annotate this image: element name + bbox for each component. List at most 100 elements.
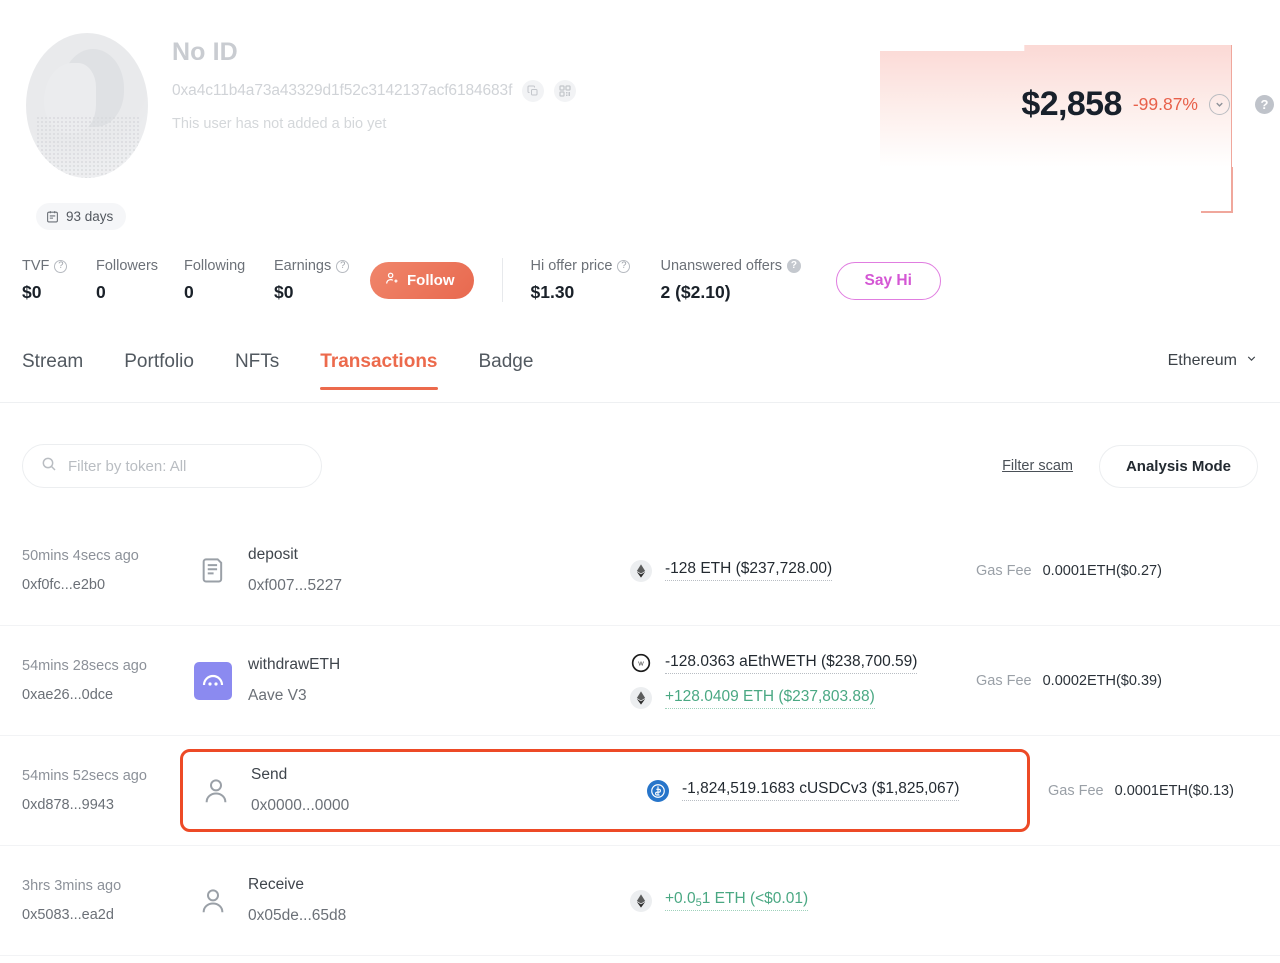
amount-line: -128 ETH ($237,728.00) [630, 559, 958, 582]
table-row[interactable]: 3hrs 3mins ago 0x5083...ea2d Receive 0x0… [0, 846, 1280, 956]
stat-unanswered-offers-label: Unanswered offers [660, 258, 782, 274]
stat-earnings-value: $0 [274, 282, 294, 302]
info-icon[interactable]: ? [786, 259, 801, 273]
table-row[interactable]: 54mins 52secs ago 0xd878...9943 Send 0x0… [0, 736, 1280, 846]
stat-following-label: Following [184, 258, 246, 274]
tx-action: Receive [248, 876, 304, 893]
gas-fee-value: 0.0001ETH($0.27) [1042, 562, 1162, 579]
user-plus-icon [385, 271, 400, 290]
follow-button-label: Follow [407, 272, 455, 289]
stat-followers-value: 0 [96, 282, 106, 302]
amount-line: +128.0409 ETH ($237,803.88) [630, 687, 958, 709]
info-icon[interactable]: ? [617, 259, 631, 273]
stat-following-value: 0 [184, 282, 194, 302]
tx-time-cell: 50mins 4secs ago 0xf0fc...e2b0 [22, 548, 190, 593]
person-icon [194, 882, 232, 920]
gas-fee-label: Gas Fee [976, 672, 1032, 689]
chain-selector[interactable]: Ethereum [1168, 352, 1258, 370]
tab-badge[interactable]: Badge [479, 345, 534, 390]
person-icon [197, 772, 235, 810]
tx-counterparty[interactable]: Aave V3 [248, 687, 340, 705]
qr-code-icon[interactable] [554, 80, 577, 102]
search-box[interactable] [22, 444, 322, 488]
tx-time-cell: 3hrs 3mins ago 0x5083...ea2d [22, 878, 190, 923]
divider [501, 258, 503, 302]
stat-hi-offer-price: Hi offer price ? $1.30 [531, 258, 661, 303]
tx-amount[interactable]: -128.0363 aEthWETH ($238,700.59) [665, 653, 918, 674]
table-row[interactable]: 50mins 4secs ago 0xf0fc...e2b0 deposit 0… [0, 516, 1280, 626]
follow-button[interactable]: Follow [370, 262, 474, 299]
tx-hash[interactable]: 0xd878...9943 [22, 797, 190, 813]
identity-block: No ID 0xa4c11b4a73a43329d1f52c3142137acf… [172, 38, 577, 132]
tx-amount[interactable]: -1,824,519.1683 cUSDCv3 ($1,825,067) [682, 780, 960, 801]
tab-transactions[interactable]: Transactions [320, 345, 438, 390]
balance-card: $2,858 -99.87% ? [880, 45, 1274, 213]
stat-unanswered-offers: Unanswered offers ? 2 ($2.10) [661, 258, 836, 303]
aave-icon [194, 661, 232, 700]
chevron-down-icon[interactable] [1209, 94, 1230, 115]
gas-fee-value: 0.0002ETH($0.39) [1042, 672, 1162, 689]
stat-hi-offer-price-value: $1.30 [530, 282, 575, 302]
stat-followers-label: Followers [96, 258, 159, 274]
tx-highlight-box[interactable]: Send 0x0000...0000 -1,824,519.1683 cUSDC… [180, 749, 1030, 832]
analysis-mode-button[interactable]: Analysis Mode [1098, 444, 1258, 488]
stat-followers[interactable]: Followers 0 [96, 258, 184, 303]
gas-fee-label: Gas Fee [976, 562, 1032, 579]
tx-counterparty[interactable]: 0xf007...5227 [248, 577, 342, 595]
tx-counterparty[interactable]: 0x0000...0000 [251, 797, 631, 815]
tab-nfts[interactable]: NFTs [235, 345, 279, 390]
calendar-icon [46, 210, 59, 223]
search-icon [41, 456, 57, 477]
tx-action-cell: deposit 0xf007...5227 [180, 534, 600, 607]
stats-row: TVF ? $0 Followers 0 Following 0 Earning… [22, 258, 941, 306]
amount-line: -1,824,519.1683 cUSDCv3 ($1,825,067) [647, 779, 960, 802]
tx-time-ago: 54mins 28secs ago [22, 658, 147, 674]
stat-unanswered-offers-value: 2 ($2.10) [660, 282, 731, 302]
copy-icon[interactable] [522, 80, 545, 102]
stat-hi-offer-price-label: Hi offer price [530, 258, 613, 274]
tx-hash[interactable]: 0x5083...ea2d [22, 907, 190, 923]
tx-counterparty[interactable]: 0x05de...65d8 [248, 907, 346, 925]
tab-stream[interactable]: Stream [22, 345, 83, 390]
tx-action: deposit [248, 546, 298, 563]
tx-hash[interactable]: 0xae26...0dce [22, 687, 190, 703]
tx-amounts-cell: -128 ETH ($237,728.00) [600, 559, 958, 582]
tab-portfolio[interactable]: Portfolio [124, 345, 194, 390]
tx-action: Send [251, 766, 288, 783]
tx-gas-cell: Gas Fee 0.0001ETH($0.27) [958, 563, 1258, 579]
gas-fee-value: 0.0001ETH($0.13) [1114, 782, 1234, 799]
info-icon[interactable]: ? [54, 259, 68, 273]
tx-time-ago: 50mins 4secs ago [22, 548, 139, 564]
tx-action-cell: withdrawETH Aave V3 [180, 644, 600, 717]
say-hi-button[interactable]: Say Hi [835, 262, 941, 300]
stat-earnings: Earnings ? $0 [274, 258, 370, 303]
stat-earnings-label: Earnings [274, 258, 332, 274]
profile-bio: This user has not added a bio yet [172, 116, 387, 132]
info-icon[interactable]: ? [336, 259, 350, 273]
amount-line: +0.051 ETH (<$0.01) [630, 889, 958, 912]
stat-tvf-label: TVF [22, 258, 50, 274]
tx-amount[interactable]: -128 ETH ($237,728.00) [665, 560, 833, 581]
balance-amount: $2,858 [1021, 85, 1122, 123]
tx-amounts-cell: +0.051 ETH (<$0.01) [600, 889, 958, 912]
chain-selector-label: Ethereum [1167, 352, 1237, 369]
amount-line: W -128.0363 aEthWETH ($238,700.59) [630, 652, 958, 674]
eth-icon [630, 687, 652, 709]
tx-hash[interactable]: 0xf0fc...e2b0 [22, 577, 190, 593]
account-age-badge: 93 days [36, 203, 127, 230]
stat-following[interactable]: Following 0 [184, 258, 274, 303]
tab-bar: Stream Portfolio NFTs Transactions Badge… [0, 345, 1280, 403]
chevron-down-icon [1245, 352, 1258, 370]
table-row[interactable]: 54mins 28secs ago 0xae26...0dce withdraw… [0, 626, 1280, 736]
tx-gas-cell: Gas Fee 0.0002ETH($0.39) [958, 673, 1258, 689]
tx-amount[interactable]: +0.051 ETH (<$0.01) [665, 890, 809, 911]
filter-scam-link[interactable]: Filter scam [1002, 458, 1073, 474]
question-mark-icon[interactable]: ? [1255, 95, 1274, 114]
profile-header: No ID 0xa4c11b4a73a43329d1f52c3142137acf… [0, 0, 1280, 240]
account-age-label: 93 days [66, 209, 114, 224]
stat-tvf: TVF ? $0 [22, 258, 96, 303]
tx-amount[interactable]: +128.0409 ETH ($237,803.88) [665, 688, 875, 709]
profile-page: No ID 0xa4c11b4a73a43329d1f52c3142137acf… [0, 0, 1280, 963]
search-input[interactable] [68, 457, 303, 475]
tx-labels: deposit 0xf007...5227 [248, 546, 342, 595]
